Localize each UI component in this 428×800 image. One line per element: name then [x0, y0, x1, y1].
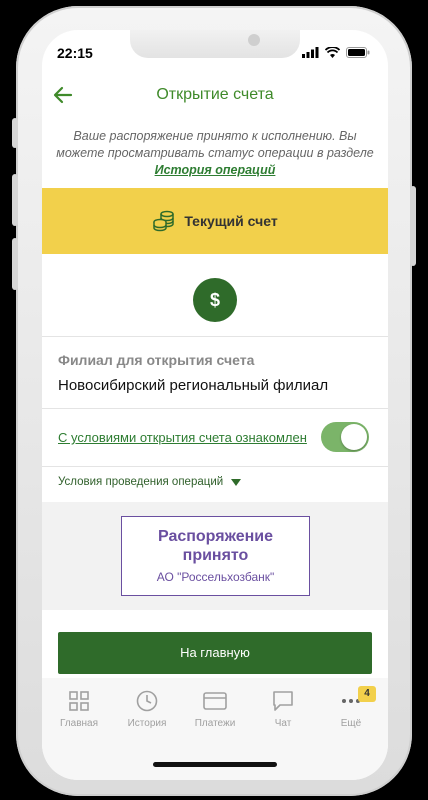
- volume-down-button: [12, 238, 18, 290]
- tab-label: Ещё: [340, 718, 362, 729]
- phone-screen: 22:15 Открытие счета Ваше распоряжение п…: [42, 30, 388, 780]
- header: Открытие счета: [42, 80, 388, 112]
- tab-label: История: [127, 718, 167, 729]
- tab-label: Платежи: [194, 718, 236, 729]
- terms-link[interactable]: С условиями открытия счета ознакомлен: [58, 430, 307, 445]
- page-title: Открытие счета: [156, 86, 274, 103]
- wifi-icon: [325, 47, 340, 58]
- tab-home[interactable]: Главная: [48, 690, 110, 729]
- tab-chat[interactable]: Чат: [252, 690, 314, 729]
- home-button[interactable]: На главную: [58, 632, 372, 674]
- tab-label: Чат: [274, 718, 292, 729]
- divider: [42, 408, 388, 409]
- confirmation-stamp: Распоряжение принято АО "Россельхозбанк": [121, 516, 310, 596]
- mute-switch: [12, 118, 18, 148]
- signal-icon: [302, 47, 319, 58]
- divider: [42, 466, 388, 467]
- currency-icon: $: [193, 278, 237, 322]
- stamp-area: Распоряжение принято АО "Россельхозбанк": [42, 502, 388, 610]
- stamp-org: АО "Россельхозбанк": [156, 570, 275, 584]
- system-icons: [302, 47, 370, 58]
- tab-payments[interactable]: Платежи: [184, 690, 246, 729]
- battery-icon: [346, 47, 370, 58]
- volume-up-button: [12, 174, 18, 226]
- history-link[interactable]: История операций: [155, 163, 276, 177]
- branch-value: Новосибирский региональный филиал: [58, 377, 329, 394]
- notice: Ваше распоряжение принято к исполнению. …: [56, 128, 374, 179]
- account-type-banner: Текущий счет: [42, 188, 388, 254]
- grid-icon: [69, 691, 89, 711]
- clock-icon: [136, 690, 158, 712]
- tab-history[interactable]: История: [116, 690, 178, 729]
- conditions-label: Условия проведения операций: [58, 476, 224, 488]
- branch-label: Филиал для открытия счета: [58, 352, 255, 368]
- terms-toggle[interactable]: [321, 422, 369, 452]
- stamp-line1: Распоряжение: [157, 528, 274, 545]
- status-bar: 22:15: [42, 30, 388, 72]
- coins-icon: [153, 210, 175, 232]
- chat-icon: [273, 691, 293, 711]
- notification-badge: 4: [358, 686, 376, 702]
- triangle-down-icon: [231, 478, 242, 486]
- power-button: [410, 186, 416, 266]
- stamp-line2: принято: [182, 547, 249, 564]
- account-type-label: Текущий счет: [184, 213, 278, 229]
- toggle-knob: [341, 424, 367, 450]
- card-icon: [203, 692, 227, 710]
- notice-text: Ваше распоряжение принято к исполнению. …: [56, 129, 374, 160]
- tab-more[interactable]: 4 Ещё: [320, 686, 382, 729]
- stamp-title: Распоряжение принято: [122, 527, 309, 565]
- conditions-expander[interactable]: Условия проведения операций: [58, 476, 242, 488]
- divider: [42, 336, 388, 337]
- tab-label: Главная: [59, 718, 99, 729]
- home-indicator: [153, 762, 277, 767]
- clock: 22:15: [57, 45, 93, 61]
